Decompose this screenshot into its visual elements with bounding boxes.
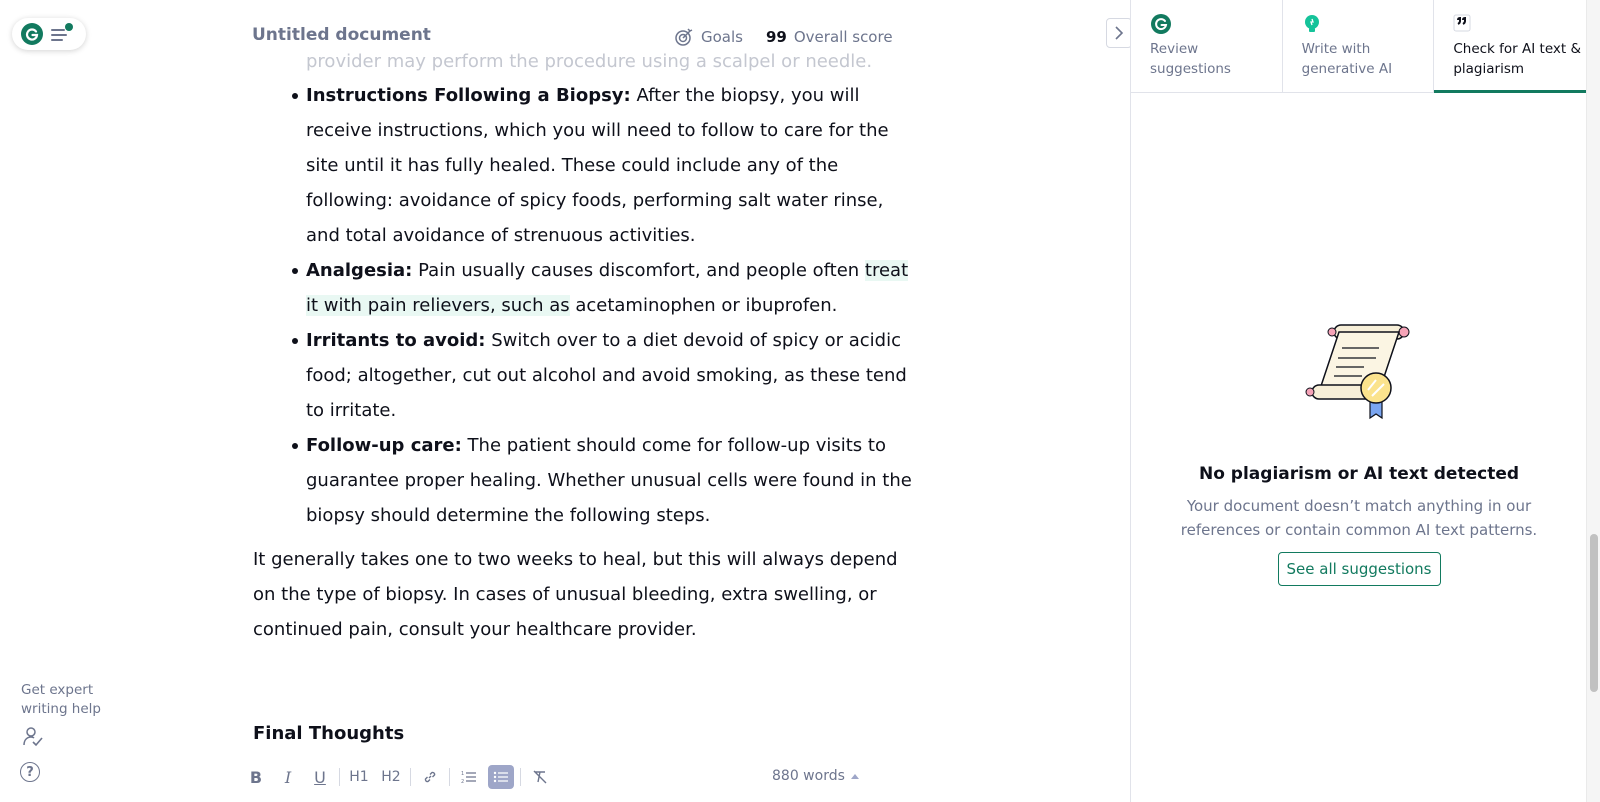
assistant-panel: Review suggestions Write with generative… — [1130, 0, 1586, 802]
numbered-list-button[interactable]: 12 — [453, 765, 485, 789]
clear-format-button[interactable] — [524, 765, 556, 789]
grammarly-logo-icon — [21, 23, 43, 45]
document-body[interactable]: Instructions Following a Biopsy: After t… — [253, 40, 913, 647]
scroll-thumb[interactable] — [1590, 534, 1598, 692]
bold-button[interactable]: B — [240, 765, 272, 789]
bulleted-list-button[interactable] — [488, 765, 514, 789]
list-item: Irritants to avoid: Switch over to a die… — [292, 323, 913, 428]
see-all-suggestions-button[interactable]: See all suggestions — [1277, 552, 1441, 586]
italic-button[interactable]: I — [272, 765, 304, 789]
empty-state-description: Your document doesn’t match anything in … — [1180, 497, 1538, 539]
paragraph: It generally takes one to two weeks to h… — [253, 549, 898, 640]
quote-icon — [1453, 14, 1471, 32]
empty-state-title: No plagiarism or AI text detected — [1198, 464, 1520, 484]
link-button[interactable] — [414, 765, 446, 789]
list-item: Instructions Following a Biopsy: After t… — [292, 78, 913, 253]
caret-up-icon — [850, 774, 859, 779]
section-heading: Final Thoughts — [253, 723, 405, 744]
word-count: 880 words — [772, 768, 845, 784]
collapse-panel-button[interactable] — [1106, 18, 1132, 48]
chevron-right-icon — [1115, 26, 1124, 40]
tab-ai-plagiarism[interactable]: Check for AI text & plagiarism — [1434, 0, 1586, 93]
underline-button[interactable]: U — [304, 765, 336, 789]
tab-review-suggestions[interactable]: Review suggestions — [1131, 0, 1283, 92]
expert-help-link[interactable]: Get expert writing help — [21, 681, 111, 719]
clear-format-icon — [533, 770, 547, 784]
svg-text:1: 1 — [461, 771, 464, 777]
menu-icon — [51, 23, 73, 42]
numbered-list-icon: 12 — [461, 771, 476, 785]
heading2-button[interactable]: H2 — [375, 765, 407, 789]
tab-label: Write with generative AI — [1301, 41, 1393, 77]
heading1-button[interactable]: H1 — [343, 765, 375, 789]
expert-icon[interactable] — [22, 726, 44, 752]
lightbulb-icon — [1304, 15, 1319, 32]
page-scrollbar[interactable] — [1586, 0, 1600, 802]
format-toolbar: B I U H1 H2 12 — [240, 762, 556, 792]
panel-tabs: Review suggestions Write with generative… — [1131, 0, 1586, 93]
grammarly-menu-button[interactable] — [12, 18, 86, 50]
bulleted-list-icon — [493, 771, 508, 783]
list-item: Follow-up care: The patient should come … — [292, 428, 913, 533]
empty-state: No plagiarism or AI text detected Your d… — [1131, 320, 1587, 586]
tab-label: Check for AI text & plagiarism — [1453, 41, 1581, 77]
link-icon — [424, 771, 436, 783]
tab-generative-ai[interactable]: Write with generative AI — [1283, 0, 1435, 92]
tab-label: Review suggestions — [1150, 41, 1231, 77]
word-count-button[interactable]: 880 words — [772, 768, 859, 784]
svg-text:2: 2 — [461, 779, 464, 785]
certificate-scroll-icon — [1305, 324, 1410, 420]
help-icon[interactable]: ? — [20, 762, 40, 782]
list-item: Analgesia: Pain usually causes discomfor… — [292, 253, 913, 323]
grammarly-logo-icon — [1151, 14, 1171, 34]
